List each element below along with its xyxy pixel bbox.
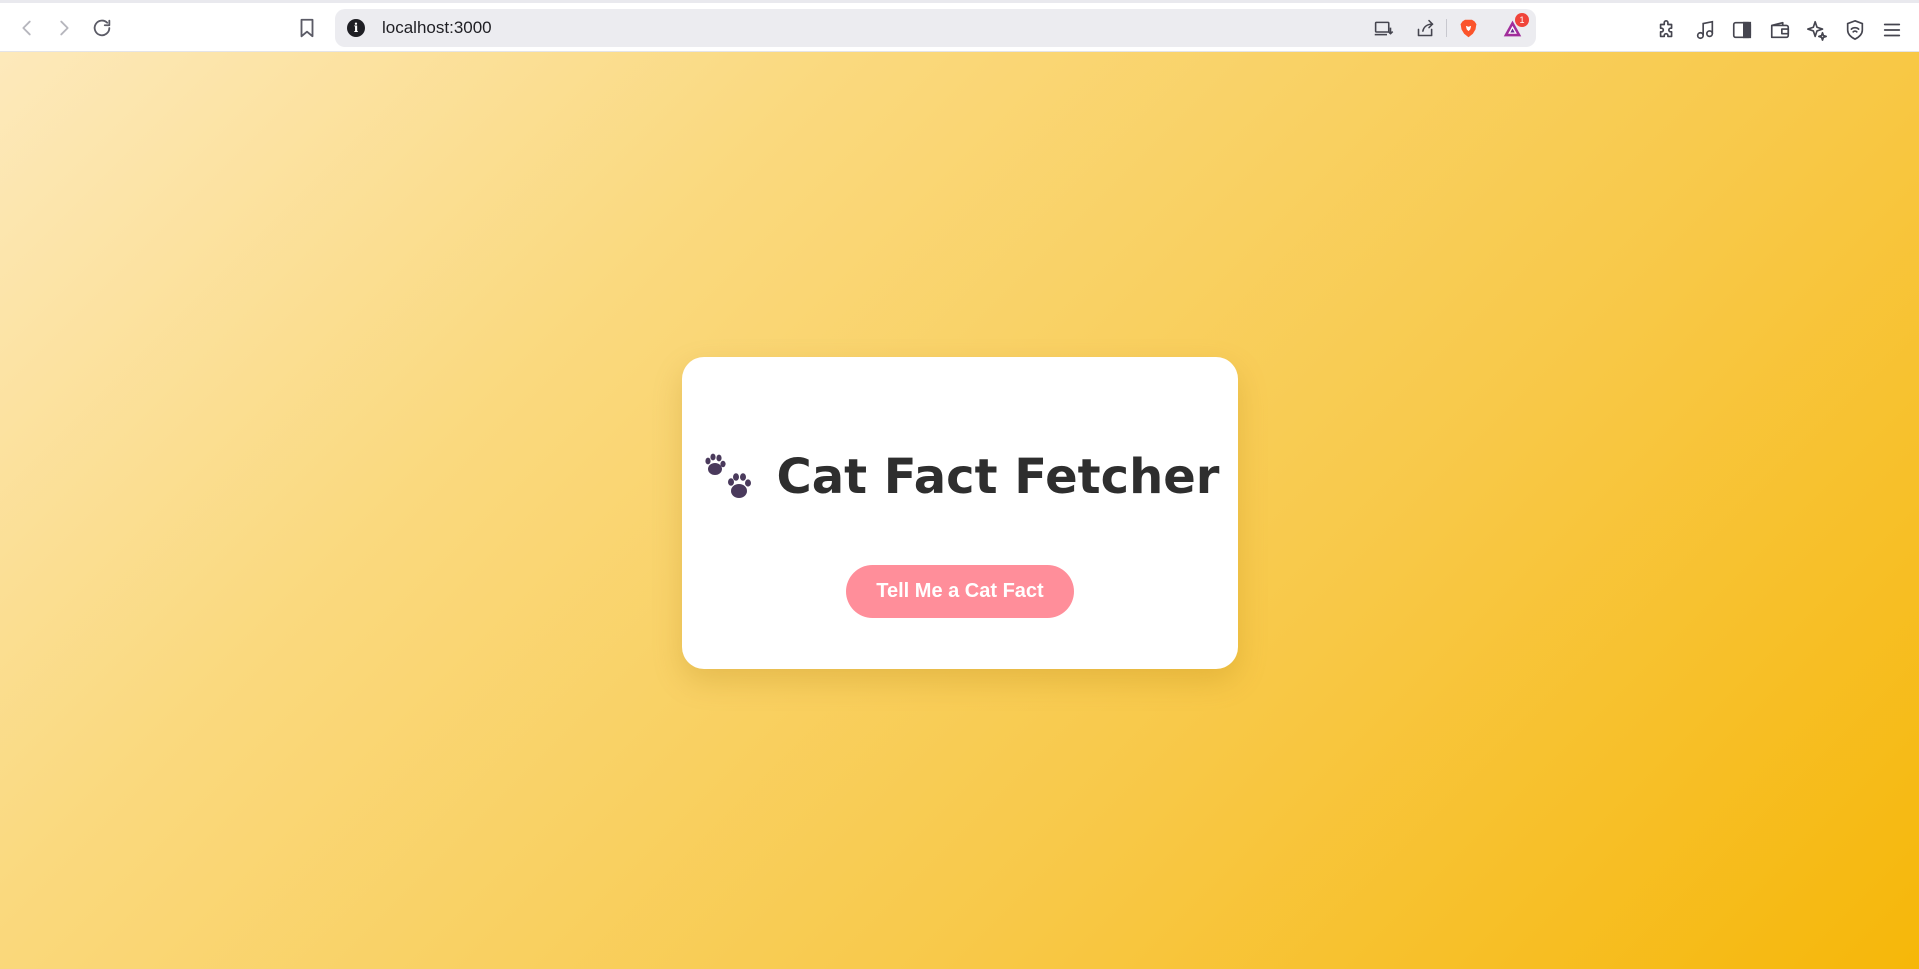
address-bar[interactable]: i localhost:3000 1	[335, 9, 1536, 47]
reload-icon[interactable]	[88, 14, 116, 42]
share-icon[interactable]	[1413, 16, 1437, 40]
address-divider	[1446, 19, 1447, 37]
puzzle-icon[interactable]	[1654, 17, 1680, 43]
music-note-icon[interactable]	[1692, 17, 1718, 43]
forward-arrow-icon[interactable]	[50, 14, 78, 42]
page-background: Cat Fact Fetcher Tell Me a Cat Fact	[0, 52, 1919, 969]
browser-toolbar: i localhost:3000 1	[0, 0, 1919, 52]
wallet-icon[interactable]	[1767, 17, 1793, 43]
page-title: Cat Fact Fetcher	[776, 449, 1220, 505]
sidebar-icon[interactable]	[1729, 17, 1755, 43]
bookmark-icon[interactable]	[293, 14, 321, 42]
paw-prints-icon	[704, 453, 751, 498]
brave-lion-icon[interactable]	[1456, 16, 1480, 40]
install-app-icon[interactable]	[1371, 16, 1395, 40]
tell-cat-fact-button[interactable]: Tell Me a Cat Fact	[846, 565, 1074, 618]
back-arrow-icon[interactable]	[13, 14, 41, 42]
notification-badge: 1	[1515, 13, 1529, 27]
sparkle-icon[interactable]	[1804, 17, 1830, 43]
url-text[interactable]: localhost:3000	[382, 18, 492, 38]
hamburger-menu-icon[interactable]	[1879, 17, 1905, 43]
info-icon[interactable]: i	[347, 19, 365, 37]
cat-fact-card: Cat Fact Fetcher Tell Me a Cat Fact	[682, 357, 1238, 669]
shield-wifi-icon[interactable]	[1842, 17, 1868, 43]
title-row: Cat Fact Fetcher	[682, 449, 1238, 505]
